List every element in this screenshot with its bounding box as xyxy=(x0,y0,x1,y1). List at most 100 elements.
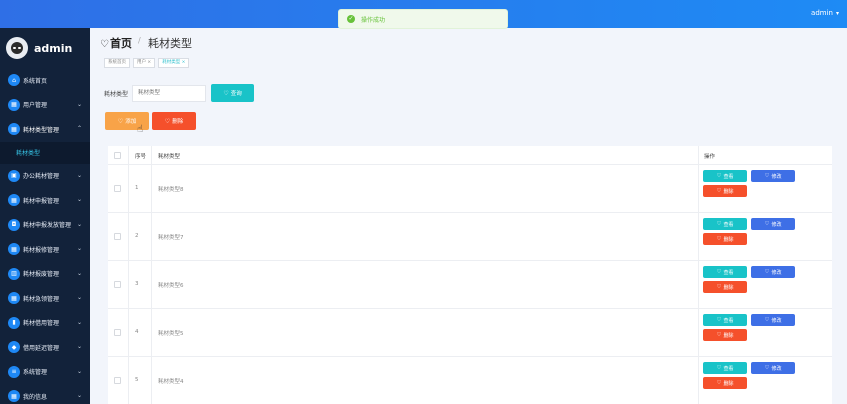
sidebar-item[interactable]: ▦ 我的信息 ⌄ xyxy=(0,384,90,404)
sidebar-item-label: 我的信息 xyxy=(23,393,48,401)
row-index: 5 xyxy=(135,377,139,383)
sidebar-subitem-material-type[interactable]: 耗材类型 xyxy=(0,141,90,164)
grid-icon: ▦ xyxy=(8,292,20,305)
sidebar-item[interactable]: ▦ 耗材类型管理 ⌃ xyxy=(0,117,90,142)
sidebar-item[interactable]: ▮ 耗材借用管理 ⌄ xyxy=(0,311,90,336)
row-checkbox[interactable] xyxy=(114,281,121,288)
list-icon: ≡ xyxy=(8,365,20,378)
chevron-icon: ⌄ xyxy=(76,294,82,301)
select-all-checkbox[interactable] xyxy=(114,152,121,159)
heart-icon: ♡ xyxy=(164,117,171,125)
sidebar-item-label: 耗材类型管理 xyxy=(23,126,60,134)
table-header: 序号 耗材类型 操作 xyxy=(108,146,832,165)
sidebar-item[interactable]: ▦ 用户管理 ⌄ xyxy=(0,93,90,118)
heart-icon: ♡ xyxy=(716,173,722,179)
heart-icon: ♡ xyxy=(100,39,109,50)
view-button[interactable]: ♡ 查看 xyxy=(703,266,747,278)
chevron-icon: ⌄ xyxy=(76,343,82,350)
row-checkbox[interactable] xyxy=(114,233,121,240)
row-checkbox[interactable] xyxy=(114,377,121,384)
data-table: 序号 耗材类型 操作 1 耗材类型8 ♡ 查看 ♡ 修改 ♡ 删除 2 耗材类型7 ♡ 查看 ♡ 修改 ♡ 删… xyxy=(108,146,832,404)
heart-icon: ♡ xyxy=(764,221,770,227)
row-checkbox[interactable] xyxy=(114,329,121,336)
user-menu[interactable]: admin ▾ xyxy=(811,9,839,17)
row-checkbox[interactable] xyxy=(114,185,121,192)
delete-button[interactable]: ♡ 删除 xyxy=(703,377,747,389)
truck-icon: ◘ xyxy=(8,218,20,231)
sidebar: admin ⌂ 系统首页 ▦ 用户管理 ⌄ ▦ 耗材类型管理 ⌃ 耗材类型 ▣ 办公耗材管理 ⌄ ▦ 耗材… xyxy=(0,28,90,404)
header-ops: 操作 xyxy=(704,154,716,160)
chevron-icon: ⌄ xyxy=(76,367,82,375)
chevron-icon: ⌄ xyxy=(76,392,82,399)
tag-users[interactable]: 用户 × xyxy=(133,58,156,68)
hand-cursor-icon: ☝ xyxy=(137,124,144,135)
heart-icon: ♡ xyxy=(764,317,770,323)
batch-delete-button[interactable]: ♡ 删除 xyxy=(152,112,196,130)
heart-icon: ♡ xyxy=(223,89,229,97)
box-icon: ▣ xyxy=(8,169,20,182)
row-index: 2 xyxy=(135,233,139,239)
sidebar-item[interactable]: ▥ 耗材报废管理 ⌄ xyxy=(0,262,90,287)
view-button[interactable]: ♡ 查看 xyxy=(703,362,747,374)
grid-icon: ▦ xyxy=(8,243,20,256)
page-header: ♡首页 / 耗材类型 xyxy=(90,28,847,54)
tags-view: 系统首页 用户 × 耗材类型 × xyxy=(104,58,190,68)
chevron-icon: ⌄ xyxy=(76,318,82,326)
view-button[interactable]: ♡ 查看 xyxy=(703,218,747,230)
tag-material-types[interactable]: 耗材类型 × xyxy=(158,58,190,68)
query-button[interactable]: ♡ 查询 xyxy=(211,84,255,102)
row-name: 耗材类型7 xyxy=(158,235,184,241)
edit-button[interactable]: ♡ 修改 xyxy=(751,218,795,230)
chevron-icon: ⌄ xyxy=(76,220,82,228)
sidebar-item[interactable]: ⌂ 系统首页 xyxy=(0,68,90,93)
edit-button[interactable]: ♡ 修改 xyxy=(751,362,795,374)
row-index: 4 xyxy=(135,329,139,335)
sidebar-item[interactable]: ▦ 耗材申报管理 ⌄ xyxy=(0,188,90,213)
view-button[interactable]: ♡ 查看 xyxy=(703,314,747,326)
sidebar-item[interactable]: ≡ 系统管理 ⌄ xyxy=(0,360,90,385)
sidebar-item[interactable]: ▦ 耗材急领管理 ⌄ xyxy=(0,286,90,311)
row-index: 3 xyxy=(135,281,139,287)
chevron-icon: ⌄ xyxy=(76,171,82,179)
edit-button[interactable]: ♡ 修改 xyxy=(751,266,795,278)
delete-button[interactable]: ♡ 删除 xyxy=(703,329,747,341)
sidebar-item-label: 耗材申报发放管理 xyxy=(23,222,72,230)
heart-icon: ♡ xyxy=(716,236,722,242)
sidebar-item[interactable]: ◆ 借用延迟管理 ⌄ xyxy=(0,335,90,360)
sidebar-item-label: 借用延迟管理 xyxy=(23,344,60,352)
delete-button[interactable]: ♡ 删除 xyxy=(703,281,747,293)
row-name: 耗材类型5 xyxy=(158,331,184,337)
sidebar-item[interactable]: ◘ 耗材申报发放管理 ⌄ xyxy=(0,213,90,238)
table-row: 3 耗材类型6 ♡ 查看 ♡ 修改 ♡ 删除 xyxy=(108,261,832,309)
search-input[interactable] xyxy=(132,84,207,102)
sidebar-item-label: 耗材急领管理 xyxy=(23,295,60,303)
delete-button[interactable]: ♡ 删除 xyxy=(703,185,747,197)
row-name: 耗材类型8 xyxy=(158,187,184,193)
table-row: 5 耗材类型4 ♡ 查看 ♡ 修改 ♡ 删除 xyxy=(108,357,832,404)
sidebar-item[interactable]: ▦ 耗材报修管理 ⌄ xyxy=(0,237,90,262)
sidebar-item-label: 办公耗材管理 xyxy=(23,173,60,181)
search-form: 耗材类型 ♡查询 xyxy=(104,84,255,102)
edit-button[interactable]: ♡ 修改 xyxy=(751,314,795,326)
row-name: 耗材类型4 xyxy=(158,379,184,385)
delete-button[interactable]: ♡ 删除 xyxy=(703,233,747,245)
breadcrumb-home[interactable]: ♡首页 xyxy=(100,35,132,51)
edit-button[interactable]: ♡ 修改 xyxy=(751,170,795,182)
sidebar-item-label: 耗材报修管理 xyxy=(23,246,60,254)
home-icon: ⌂ xyxy=(8,74,20,87)
sidebar-item-label: 用户管理 xyxy=(23,102,48,110)
heart-icon: ♡ xyxy=(764,173,770,179)
view-button[interactable]: ♡ 查看 xyxy=(703,170,747,182)
heart-icon: ♡ xyxy=(716,317,722,323)
success-toast: ✓ 操作成功 xyxy=(338,9,508,29)
shield-icon: ◆ xyxy=(8,341,20,354)
toast-message: 操作成功 xyxy=(361,16,386,24)
sidebar-menu: ⌂ 系统首页 ▦ 用户管理 ⌄ ▦ 耗材类型管理 ⌃ 耗材类型 ▣ 办公耗材管理 ⌄ ▦ 耗材申报管理 ⌄ ◘… xyxy=(0,68,90,404)
header-index: 序号 xyxy=(135,154,147,160)
heart-icon: ♡ xyxy=(716,332,722,338)
sidebar-item[interactable]: ▣ 办公耗材管理 ⌄ xyxy=(0,164,90,189)
sidebar-item-label: 耗材申报管理 xyxy=(23,197,60,205)
tag-home[interactable]: 系统首页 xyxy=(104,58,130,68)
heart-icon: ♡ xyxy=(716,269,722,275)
chevron-icon: ⌄ xyxy=(76,269,82,277)
